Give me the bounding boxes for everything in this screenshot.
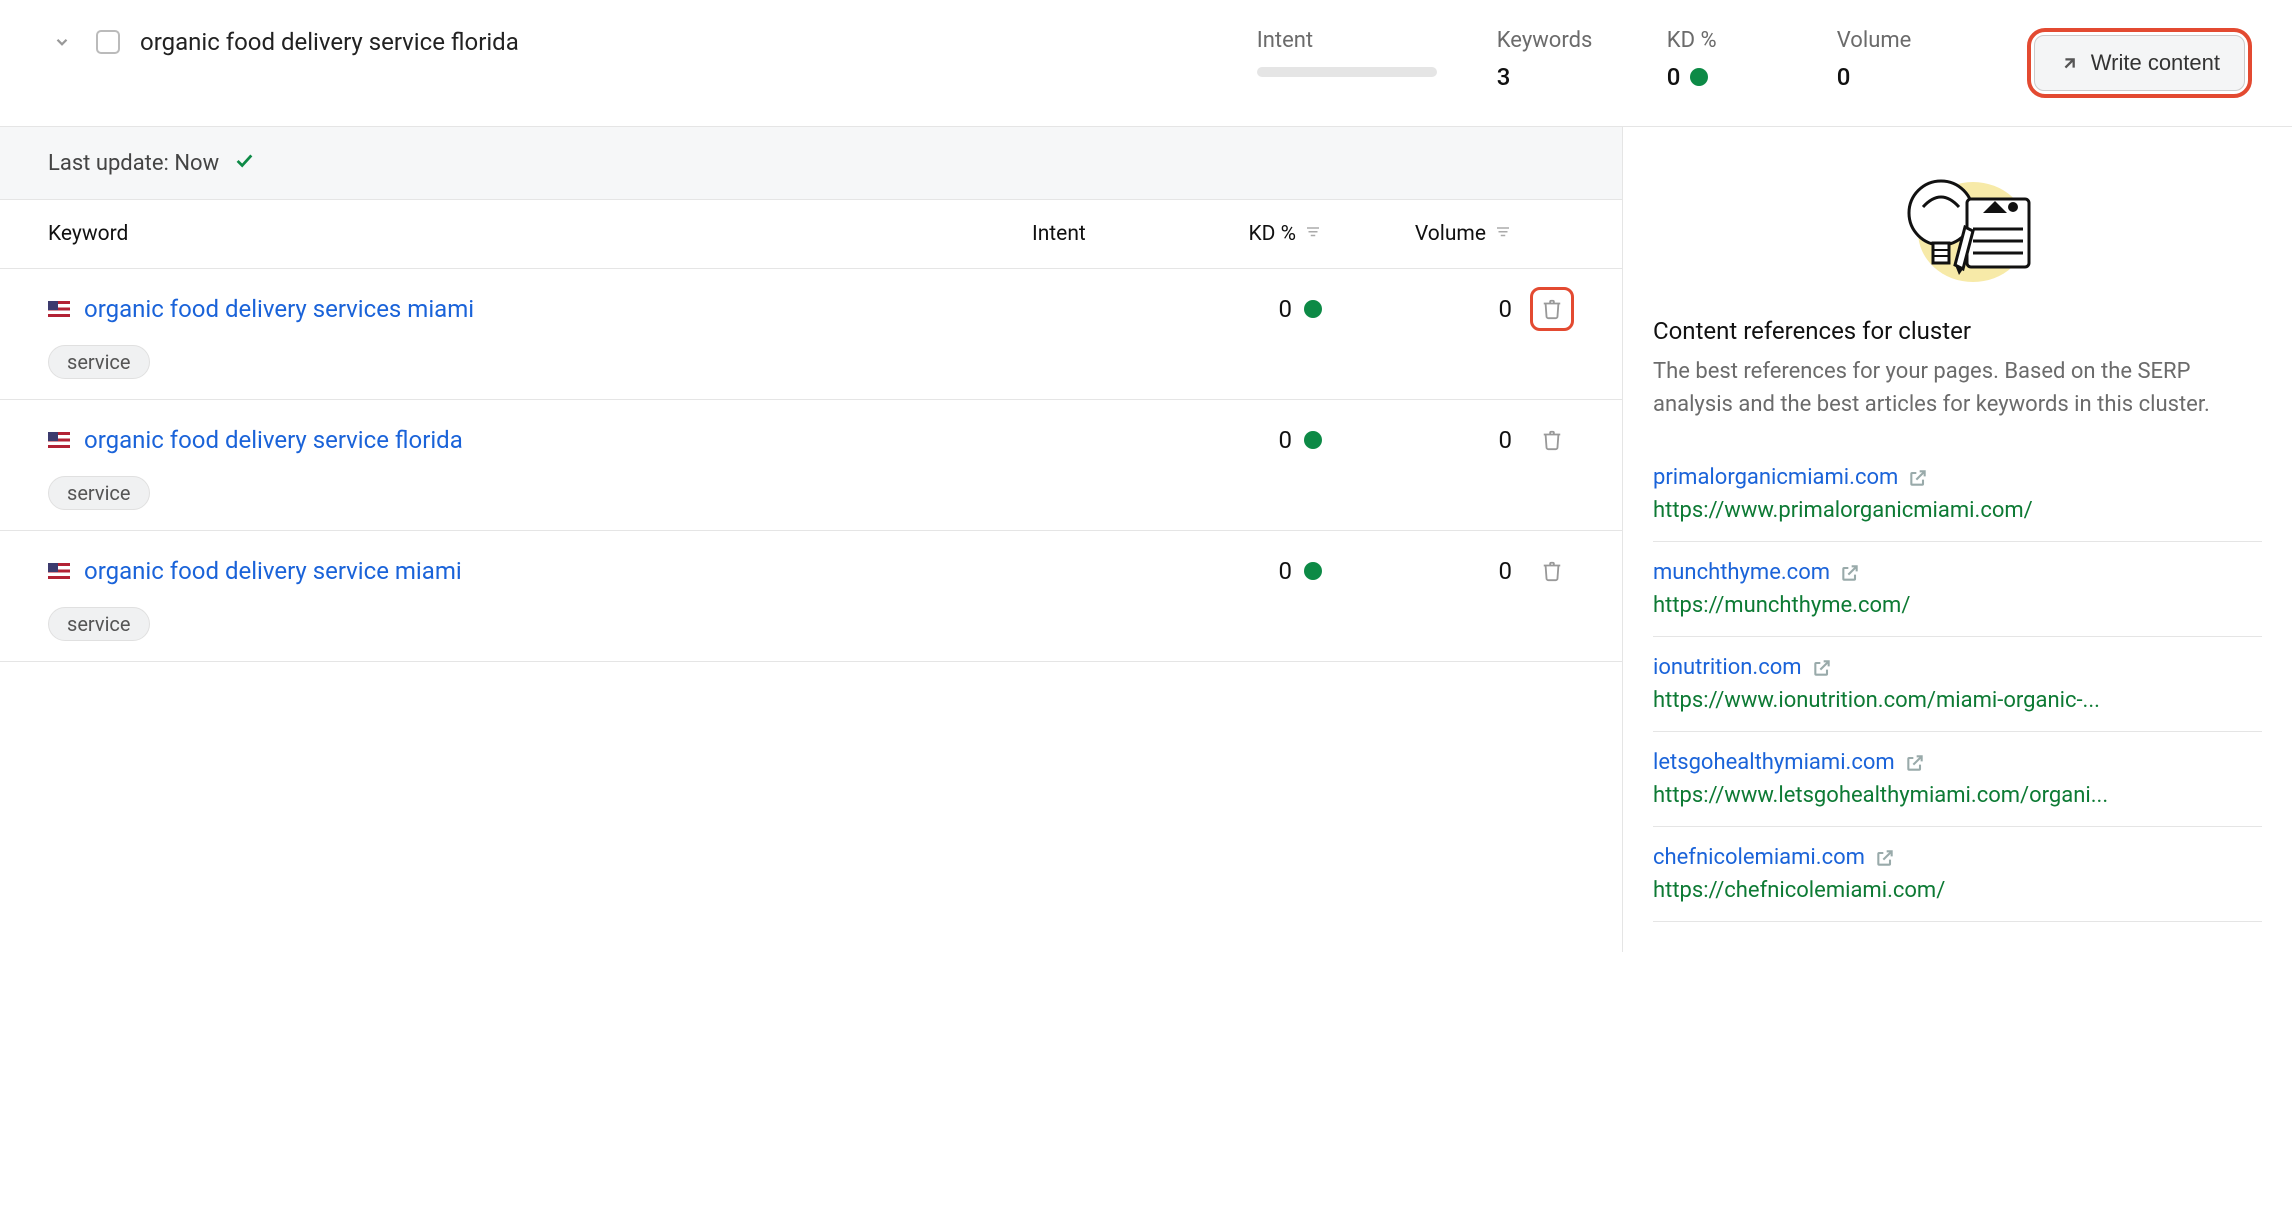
cluster-title: organic food delivery service florida — [140, 28, 519, 56]
check-icon — [233, 149, 255, 177]
reference-item: munchthyme.com https://munchthyme.com/ — [1653, 542, 2262, 637]
reference-domain-link[interactable]: munchthyme.com — [1653, 560, 1830, 585]
reference-item: ionutrition.com https://www.ionutrition.… — [1653, 637, 2262, 732]
table-row: organic food delivery services miami 0 0… — [0, 269, 1622, 400]
keywords-value: 3 — [1497, 63, 1607, 91]
metric-keywords: Keywords 3 — [1497, 28, 1607, 91]
delete-button[interactable] — [1530, 418, 1574, 462]
reference-url: https://www.ionutrition.com/miami-organi… — [1653, 688, 2262, 713]
keyword-tag: service — [48, 345, 150, 379]
keyword-link[interactable]: organic food delivery service miami — [84, 557, 462, 585]
write-content-highlight: Write content — [2027, 28, 2252, 98]
external-link-icon — [1875, 848, 1895, 868]
keywords-label: Keywords — [1497, 28, 1607, 53]
keyword-link[interactable]: organic food delivery service florida — [84, 426, 463, 454]
write-content-button[interactable]: Write content — [2034, 35, 2245, 91]
external-link-icon — [1840, 563, 1860, 583]
row-kd: 0 — [1162, 557, 1322, 585]
keyword-tag: service — [48, 476, 150, 510]
lightbulb-illustration-icon — [1653, 147, 2262, 317]
row-volume: 0 — [1322, 557, 1512, 585]
reference-domain-link[interactable]: primalorganicmiami.com — [1653, 465, 1898, 490]
reference-item: chefnicolemiami.com https://chefnicolemi… — [1653, 827, 2262, 922]
reference-item: primalorganicmiami.com https://www.prima… — [1653, 447, 2262, 542]
sort-icon — [1304, 222, 1322, 246]
external-link-icon — [1812, 658, 1832, 678]
row-volume: 0 — [1322, 426, 1512, 454]
kd-indicator-icon — [1690, 68, 1708, 86]
row-volume: 0 — [1322, 295, 1512, 323]
sort-icon — [1494, 222, 1512, 246]
reference-domain-link[interactable]: letsgohealthymiami.com — [1653, 750, 1895, 775]
references-panel: Content references for cluster The best … — [1622, 127, 2292, 952]
kd-value: 0 — [1667, 63, 1681, 91]
header-volume[interactable]: Volume — [1322, 222, 1512, 246]
kd-indicator-icon — [1304, 431, 1322, 449]
header-keyword[interactable]: Keyword — [48, 222, 1032, 246]
metric-intent: Intent — [1257, 28, 1437, 77]
trash-icon — [1541, 560, 1563, 582]
external-link-icon — [1908, 468, 1928, 488]
trash-icon — [1541, 429, 1563, 451]
metric-volume: Volume 0 — [1837, 28, 1947, 91]
external-link-icon — [1905, 753, 1925, 773]
reference-domain-link[interactable]: chefnicolemiami.com — [1653, 845, 1865, 870]
expand-chevron-icon[interactable] — [48, 28, 76, 56]
select-cluster-checkbox[interactable] — [96, 30, 120, 54]
header-kd[interactable]: KD % — [1162, 222, 1322, 246]
table-row: organic food delivery service florida 0 … — [0, 400, 1622, 531]
share-arrow-icon — [2059, 52, 2081, 74]
kd-label: KD % — [1667, 28, 1777, 53]
intent-label: Intent — [1257, 28, 1437, 53]
kd-indicator-icon — [1304, 562, 1322, 580]
header-intent[interactable]: Intent — [1032, 222, 1162, 246]
references-title: Content references for cluster — [1653, 317, 2262, 345]
trash-icon — [1541, 298, 1563, 320]
row-kd: 0 — [1162, 426, 1322, 454]
volume-value: 0 — [1837, 63, 1947, 91]
keyword-link[interactable]: organic food delivery services miami — [84, 295, 474, 323]
us-flag-icon — [48, 563, 70, 579]
row-kd: 0 — [1162, 295, 1322, 323]
keyword-tag: service — [48, 607, 150, 641]
reference-item: letsgohealthymiami.com https://www.letsg… — [1653, 732, 2262, 827]
last-update-text: Last update: Now — [48, 151, 219, 176]
volume-label: Volume — [1837, 28, 1947, 53]
metric-kd: KD % 0 — [1667, 28, 1777, 91]
table-header: Keyword Intent KD % Volume — [0, 200, 1622, 269]
reference-domain-link[interactable]: ionutrition.com — [1653, 655, 1802, 680]
table-row: organic food delivery service miami 0 0 … — [0, 531, 1622, 662]
reference-url: https://chefnicolemiami.com/ — [1653, 878, 2262, 903]
intent-bar — [1257, 67, 1437, 77]
cluster-header: organic food delivery service florida In… — [0, 0, 2292, 127]
delete-button[interactable] — [1530, 287, 1574, 331]
kd-indicator-icon — [1304, 300, 1322, 318]
delete-button[interactable] — [1530, 549, 1574, 593]
last-update-bar: Last update: Now — [0, 127, 1622, 200]
us-flag-icon — [48, 301, 70, 317]
reference-url: https://www.letsgohealthymiami.com/organ… — [1653, 783, 2262, 808]
reference-url: https://www.primalorganicmiami.com/ — [1653, 498, 2262, 523]
reference-url: https://munchthyme.com/ — [1653, 593, 2262, 618]
references-desc: The best references for your pages. Base… — [1653, 355, 2262, 421]
us-flag-icon — [48, 432, 70, 448]
write-content-label: Write content — [2091, 50, 2220, 76]
